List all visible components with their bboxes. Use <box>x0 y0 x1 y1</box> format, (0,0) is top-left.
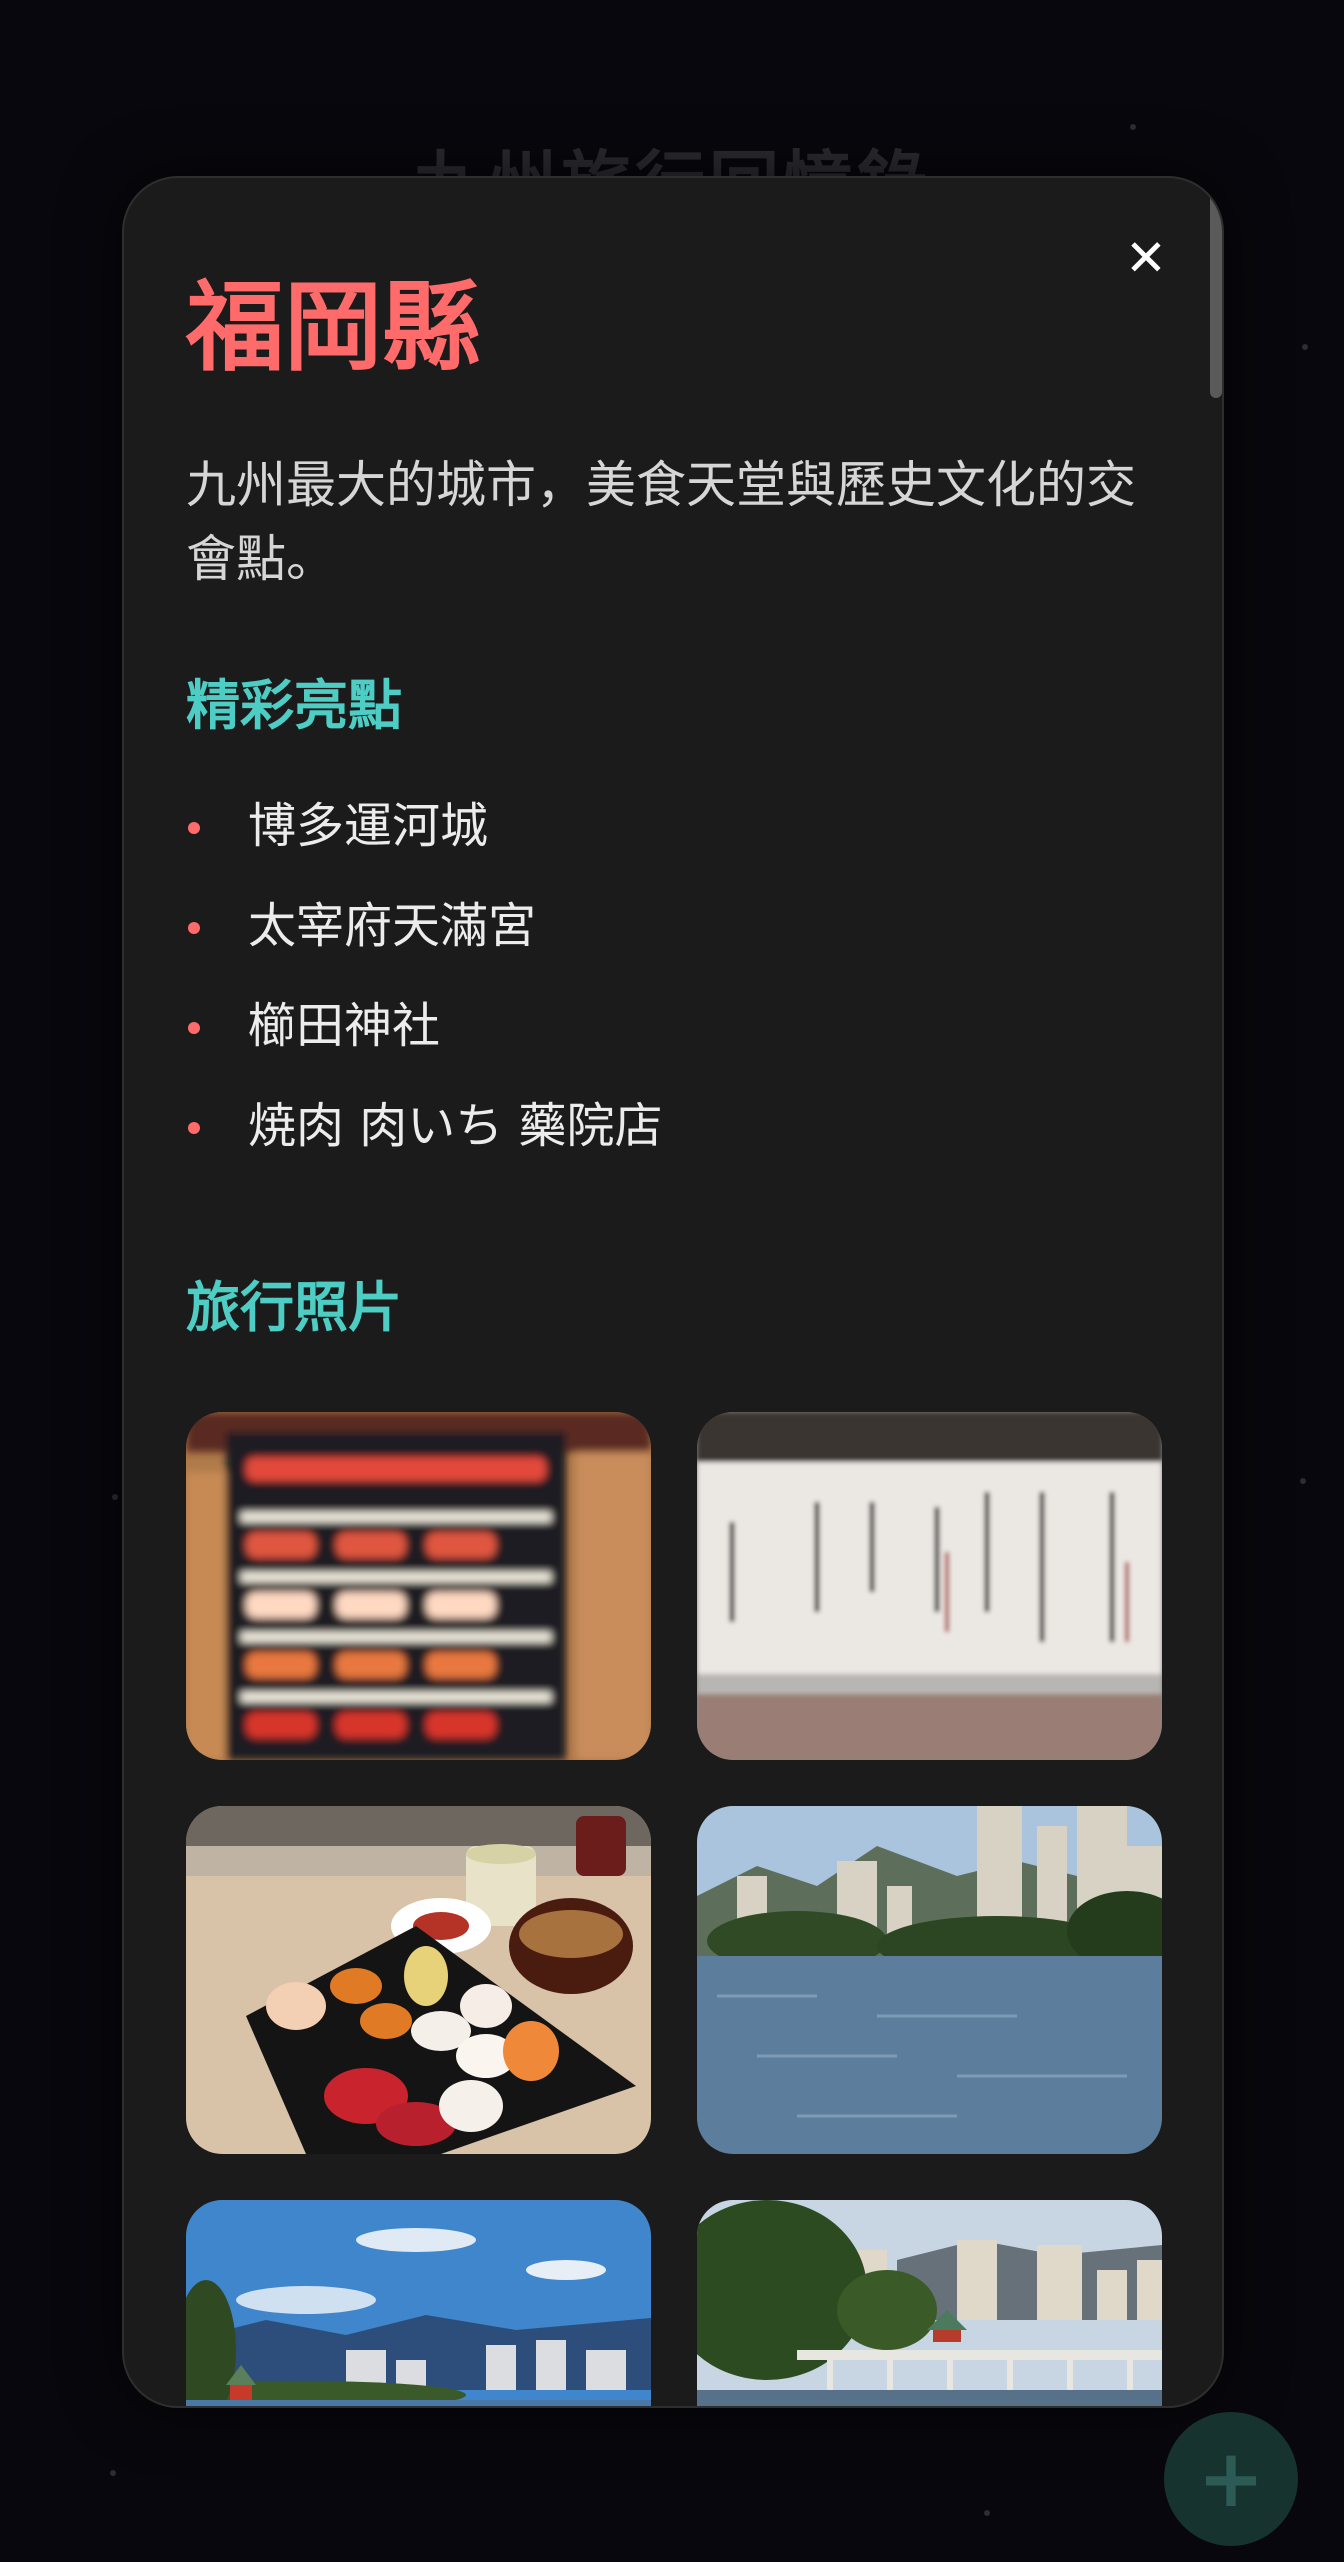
add-button[interactable]: + <box>1164 2412 1298 2546</box>
highlight-item: 櫛田神社 <box>186 996 1166 1096</box>
highlight-label: 焼肉 肉いち 藥院店 <box>248 1098 663 1154</box>
lake-skyline-image <box>697 1806 1162 2154</box>
modal-scrollbar[interactable] <box>1210 182 1222 398</box>
photo-thumbnail-lake-pavilion[interactable] <box>186 2200 651 2406</box>
highlight-label: 博多運河城 <box>248 798 489 854</box>
background-star <box>112 1494 118 1500</box>
bullet-icon <box>188 1122 200 1134</box>
background-star <box>1300 1478 1306 1484</box>
highlight-item: 博多運河城 <box>186 796 1166 896</box>
highlights-heading: 精彩亮點 <box>186 674 402 737</box>
highlight-item: 焼肉 肉いち 藥院店 <box>186 1096 1166 1196</box>
photo-thumbnail-lake-bridge[interactable] <box>697 2200 1162 2406</box>
region-description: 九州最大的城市，美食天堂與歷史文化的交會點。 <box>186 456 1136 588</box>
region-detail-modal: ✕ 福岡縣 九州最大的城市，美食天堂與歷史文化的交會點。 精彩亮點 博多運河城 … <box>122 176 1224 2408</box>
modal-content: 福岡縣 九州最大的城市，美食天堂與歷史文化的交會點。 精彩亮點 博多運河城 太宰… <box>186 258 1166 2406</box>
photo-thumbnail-sushi-platter[interactable] <box>186 1806 651 2154</box>
bullet-icon <box>188 922 200 934</box>
photo-thumbnail-sake-menu[interactable] <box>697 1412 1162 1760</box>
bullet-icon <box>188 822 200 834</box>
highlight-item: 太宰府天滿宮 <box>186 896 1166 996</box>
highlight-label: 櫛田神社 <box>248 998 441 1054</box>
background-star <box>110 2470 116 2476</box>
photo-thumbnail-sushi-menu[interactable] <box>186 1412 651 1760</box>
lake-pavilion-image <box>186 2200 651 2406</box>
highlight-label: 太宰府天滿宮 <box>248 898 537 954</box>
sake-menu-image <box>697 1412 1162 1760</box>
background-star <box>1130 124 1136 130</box>
sushi-platter-image <box>186 1806 651 2154</box>
region-title: 福岡縣 <box>186 271 481 385</box>
sushi-menu-image <box>186 1412 651 1760</box>
highlights-list: 博多運河城 太宰府天滿宮 櫛田神社 焼肉 肉いち 藥院店 <box>186 796 1166 1196</box>
bullet-icon <box>188 1022 200 1034</box>
lake-bridge-image <box>697 2200 1162 2406</box>
photo-thumbnail-lake-skyline[interactable] <box>697 1806 1162 2154</box>
background-star <box>984 2510 990 2516</box>
plus-icon: + <box>1197 2432 1265 2525</box>
background-star <box>1302 344 1308 350</box>
photos-heading: 旅行照片 <box>186 1276 402 1339</box>
photo-grid <box>186 1412 1166 2406</box>
